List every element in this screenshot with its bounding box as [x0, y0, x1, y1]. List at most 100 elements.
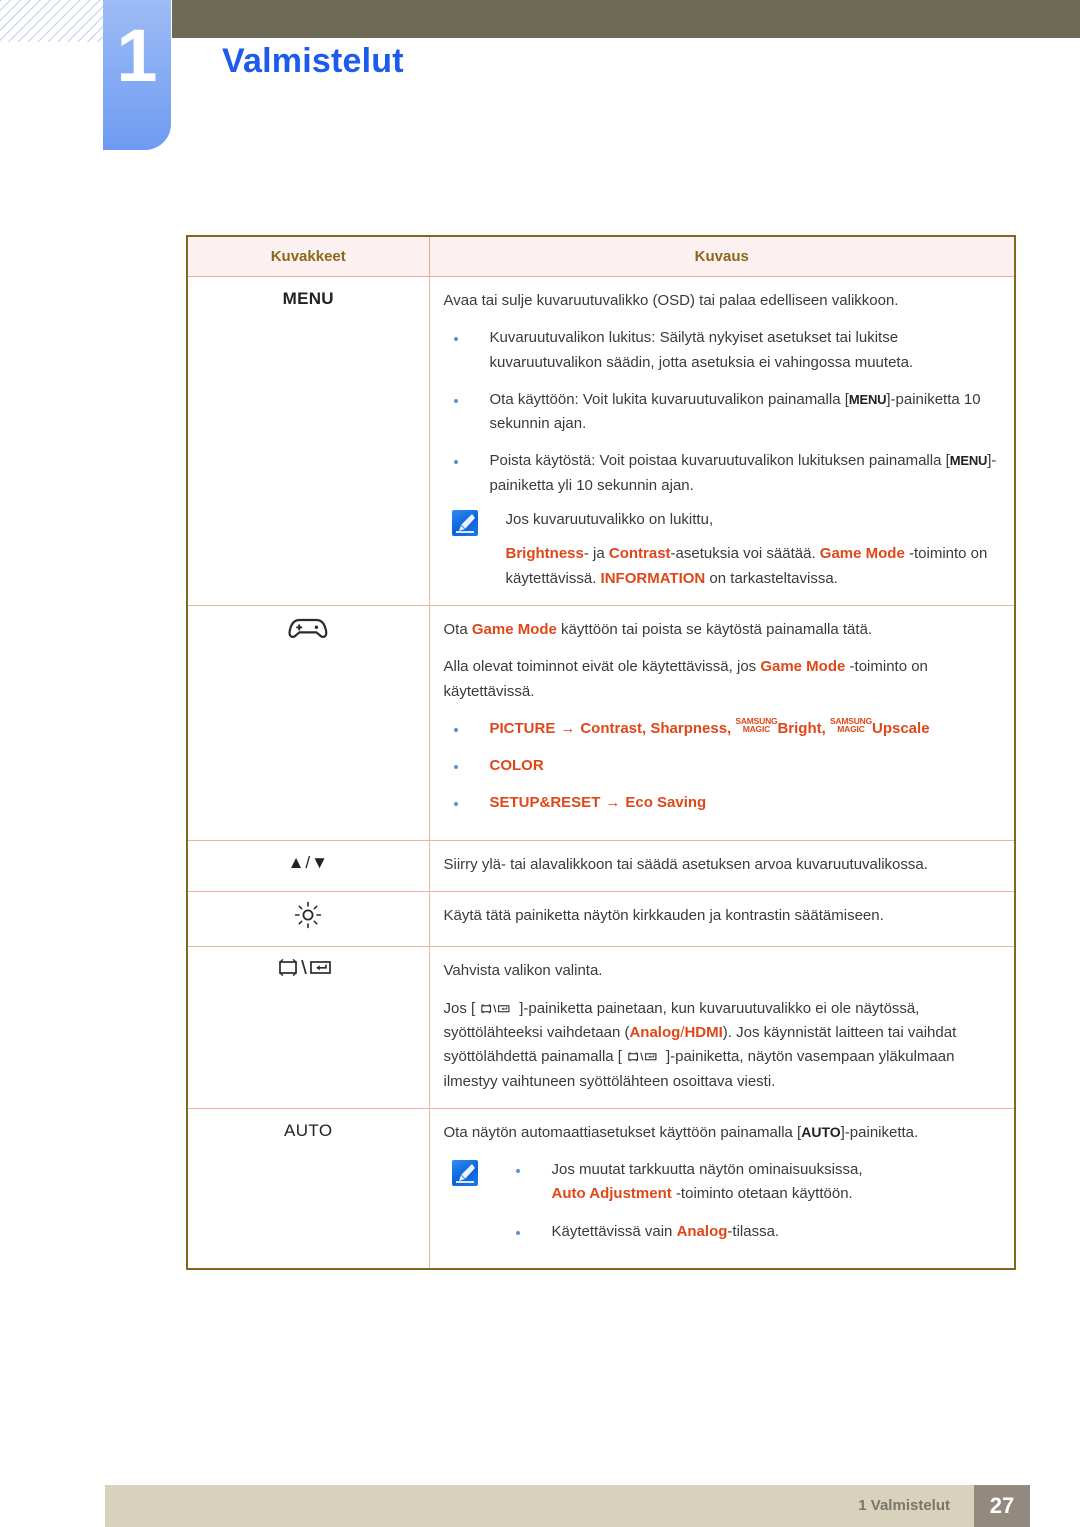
description-cell-brightness: Käytä tätä painiketta näytön kirkkauden … [428, 891, 1016, 948]
game-mode-paragraph-1: Ota Game Mode käyttöön tai poista se käy… [444, 618, 999, 642]
arrow-icon: → [605, 794, 621, 812]
page-footer: 1 Valmistelut 27 [105, 1485, 1030, 1527]
term-game-mode: Game Mode [760, 658, 846, 676]
note-block-auto: Jos muutat tarkkuutta näytön ominaisuuks… [444, 1158, 999, 1244]
table-row: MENU Avaa tai sulje kuvaruutuvalikko (OS… [186, 276, 1016, 606]
page-number: 27 [974, 1485, 1030, 1527]
icon-cell-brightness [186, 891, 430, 948]
menu-path-picture: PICTURE [489, 719, 556, 737]
menu-key-label: MENU [848, 391, 887, 407]
brightness-sun-icon [293, 901, 323, 934]
source-enter-icon [277, 959, 339, 983]
note-pen-icon [451, 1160, 478, 1187]
note-text: -toiminto otetaan käyttöön. [671, 1185, 853, 1203]
bullet-text: Ota käyttöön: Voit lukita kuvaruutuvalik… [489, 390, 849, 408]
brightness-text: Käytä tätä painiketta näytön kirkkauden … [443, 907, 884, 925]
term-hdmi: HDMI [684, 1023, 723, 1041]
list-item: COLOR [444, 754, 999, 778]
column-header-description: Kuvaus [428, 235, 1016, 277]
description-cell-gamepad: Ota Game Mode käyttöön tai poista se käy… [428, 604, 1016, 841]
list-item: Käytettävissä vain Analog-tilassa. [506, 1220, 999, 1244]
term-information: INFORMATION [600, 569, 706, 587]
chapter-tab: 1 [103, 0, 171, 150]
source-enter-icon-inline [622, 1048, 666, 1065]
term-game-mode: Game Mode [819, 545, 905, 563]
term-analog: Analog [629, 1023, 681, 1041]
note-text: - ja [583, 545, 609, 563]
text: Alla olevat toiminnot eivät ole käytettä… [443, 658, 761, 676]
note-text: on tarkasteltavissa. [705, 569, 838, 587]
note-text: -tilassa. [727, 1222, 780, 1240]
menu-item-upscale: Upscale [872, 719, 930, 737]
up-down-text: Siirry ylä- tai alavalikkoon tai säädä a… [443, 855, 928, 873]
game-mode-paragraph-2: Alla olevat toiminnot eivät ole käytettä… [444, 655, 999, 704]
description-cell-menu: Avaa tai sulje kuvaruutuvalikko (OSD) ta… [428, 276, 1016, 606]
menu-button-label: MENU [282, 289, 334, 308]
footer-chapter-label: 1 Valmistelut [858, 1497, 950, 1514]
chapter-number: 1 [116, 14, 158, 97]
term-game-mode: Game Mode [471, 620, 557, 638]
bullet-text: Poista käytöstä: Voit poistaa kuvaruutuv… [489, 452, 950, 470]
icon-cell-up-down: ▲/▼ [186, 839, 430, 893]
term-auto-adjustment: Auto Adjustment [551, 1185, 672, 1203]
table-row: Vahvista valikon valinta. Jos []-painike… [186, 946, 1016, 1109]
note-line-2: Brightness- ja Contrast-asetuksia voi sä… [506, 542, 999, 591]
bullet-text: Kuvaruutuvalikon lukitus: Säilytä nykyis… [489, 329, 914, 371]
icon-cell-menu: MENU [186, 276, 430, 606]
text: Ota näytön automaattiasetukset käyttöön … [443, 1123, 802, 1141]
separator: , [821, 719, 830, 737]
note-line-1: Jos kuvaruutuvalikko on lukittu, [505, 511, 714, 529]
source-enter-icon-inline [475, 1000, 519, 1017]
enter-text-1: Vahvista valikon valinta. [443, 962, 603, 980]
auto-note-list: Jos muutat tarkkuutta näytön ominaisuuks… [506, 1158, 999, 1244]
list-item: Ota käyttöön: Voit lukita kuvaruutuvalik… [444, 388, 999, 437]
list-item: Poista käytöstä: Voit poistaa kuvaruutuv… [444, 449, 999, 498]
auto-button-label: AUTO [283, 1120, 333, 1140]
menu-key-label: MENU [949, 453, 988, 469]
table-row: Ota Game Mode käyttöön tai poista se käy… [186, 604, 1016, 841]
menu-path-color: COLOR [489, 757, 544, 775]
text: Ota [443, 620, 472, 638]
text: Jos [ [443, 999, 476, 1017]
list-item: Jos muutat tarkkuutta näytön ominaisuuks… [506, 1158, 999, 1207]
description-cell-auto: Ota näytön automaattiasetukset käyttöön … [428, 1107, 1016, 1270]
table-row: ▲/▼ Siirry ylä- tai alavalikkoon tai sää… [186, 839, 1016, 893]
note-text: -asetuksia voi säätää. [670, 545, 820, 563]
list-item: SETUP&RESET → Eco Saving [444, 791, 999, 815]
page-title: Valmistelut [222, 42, 404, 80]
list-item: Kuvaruutuvalikon lukitus: Säilytä nykyis… [444, 326, 999, 375]
menu-items: Contrast, Sharpness, [580, 719, 736, 737]
gamepad-icon [286, 618, 330, 648]
term-brightness: Brightness [505, 545, 584, 563]
button-reference-table: Kuvakkeet Kuvaus MENU Avaa tai sulje kuv… [186, 235, 1016, 1271]
icon-cell-auto: AUTO [186, 1107, 430, 1270]
smagic-bottom: MAGIC [742, 723, 771, 734]
table-row: AUTO Ota näytön automaattiasetukset käyt… [186, 1107, 1016, 1270]
up-down-arrows-icon: ▲/▼ [287, 852, 329, 872]
menu-intro-text: Avaa tai sulje kuvaruutuvalikko (OSD) ta… [443, 292, 899, 309]
disabled-functions-list: PICTURE → Contrast, Sharpness, SAMSUNG MAGI… [444, 717, 999, 816]
menu-bullet-list: Kuvaruutuvalikon lukitus: Säilytä nykyis… [444, 326, 999, 498]
icon-cell-gamepad [186, 604, 430, 841]
hatch-decoration [0, 0, 108, 42]
auto-key-label: AUTO [801, 1123, 841, 1140]
note-text: Käytettävissä vain [551, 1222, 677, 1240]
enter-text-2: Jos []-painiketta painetaan, kun kuvaruu… [444, 997, 999, 1094]
term-contrast: Contrast [608, 545, 671, 563]
note-text: Jos muutat tarkkuutta näytön ominaisuuks… [551, 1161, 863, 1179]
auto-intro-text: Ota näytön automaattiasetukset käyttöön … [444, 1121, 999, 1145]
column-header-icons: Kuvakkeet [186, 235, 430, 277]
menu-path-setup-reset: SETUP&RESET [489, 794, 601, 812]
samsung-magic-label: SAMSUNG MAGIC [830, 717, 872, 734]
text: käyttöön tai poista se käytöstä painamal… [556, 620, 873, 638]
icon-cell-source-enter [186, 946, 430, 1109]
list-item: PICTURE → Contrast, Sharpness, SAMSUNG MAGI… [444, 717, 999, 741]
description-cell-source-enter: Vahvista valikon valinta. Jos []-painike… [428, 946, 1016, 1109]
term-analog: Analog [676, 1222, 728, 1240]
table-row: Käytä tätä painiketta näytön kirkkauden … [186, 891, 1016, 948]
table-header-row: Kuvakkeet Kuvaus [186, 235, 1016, 277]
smagic-bottom: MAGIC [837, 723, 865, 734]
description-cell-up-down: Siirry ylä- tai alavalikkoon tai säädä a… [428, 839, 1016, 893]
arrow-icon: → [560, 719, 576, 737]
note-block-menu: Jos kuvaruutuvalikko on lukittu, Brightn… [444, 508, 999, 591]
